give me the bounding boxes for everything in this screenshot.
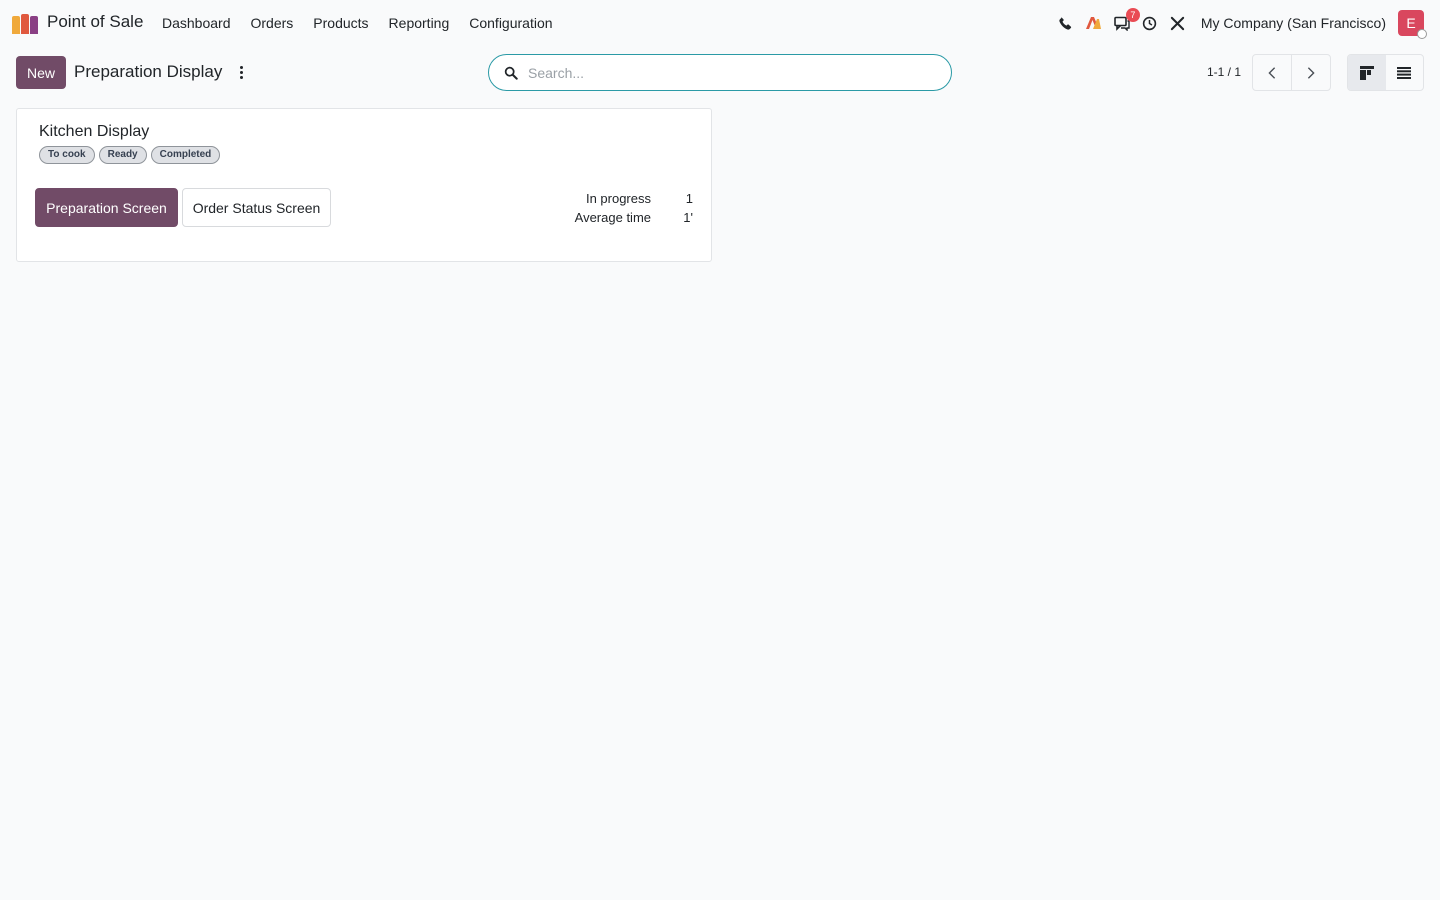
systray: 7 My Company (San Francisco) E xyxy=(1051,0,1440,46)
activity-icon[interactable] xyxy=(1081,10,1107,36)
stat-label-average-time: Average time xyxy=(574,210,651,225)
menu-item-products[interactable]: Products xyxy=(303,14,378,32)
chevron-right-icon xyxy=(1307,66,1315,79)
pager-previous-button[interactable] xyxy=(1253,55,1291,90)
avatar-initial: E xyxy=(1406,15,1416,31)
pager-next-button[interactable] xyxy=(1291,55,1330,90)
menu-item-dashboard[interactable]: Dashboard xyxy=(152,14,241,32)
clock-icon[interactable] xyxy=(1137,10,1163,36)
order-status-screen-button[interactable]: Order Status Screen xyxy=(182,188,331,227)
pos-app-icon[interactable] xyxy=(12,12,40,34)
phone-icon[interactable] xyxy=(1053,10,1079,36)
kanban-icon xyxy=(1359,65,1374,80)
search-icon xyxy=(504,65,520,81)
pager-value[interactable]: 1-1 / 1 xyxy=(1207,65,1241,79)
menu-item-orders[interactable]: Orders xyxy=(241,14,304,32)
menu-item-configuration[interactable]: Configuration xyxy=(459,14,562,32)
user-avatar[interactable]: E xyxy=(1398,10,1427,39)
search-input[interactable] xyxy=(528,64,928,81)
stat-value-average-time: 1' xyxy=(683,210,693,225)
main-navbar: Point of Sale Dashboard Orders Products … xyxy=(0,0,1440,46)
kanban-view-button[interactable] xyxy=(1348,55,1386,90)
card-stats: In progress 1 Average time 1' xyxy=(575,189,693,227)
view-switcher xyxy=(1347,54,1424,91)
pager xyxy=(1252,54,1331,91)
company-switcher[interactable]: My Company (San Francisco) xyxy=(1201,15,1386,31)
new-button[interactable]: New xyxy=(16,56,66,89)
presence-status-icon xyxy=(1417,29,1427,39)
stat-row: Average time 1' xyxy=(575,208,693,227)
app-title[interactable]: Point of Sale xyxy=(47,12,143,32)
stat-label-in-progress: In progress xyxy=(585,191,651,206)
menu-item-reporting[interactable]: Reporting xyxy=(379,14,460,32)
chevron-left-icon xyxy=(1268,66,1276,79)
card-title[interactable]: Kitchen Display xyxy=(39,123,149,141)
preparation-screen-button[interactable]: Preparation Screen xyxy=(35,188,178,227)
main-menu: Dashboard Orders Products Reporting Conf… xyxy=(152,14,563,32)
messages-icon[interactable]: 7 xyxy=(1109,8,1140,36)
tag-completed: Completed xyxy=(150,146,221,164)
debug-tools-icon[interactable] xyxy=(1165,10,1191,36)
stat-row: In progress 1 xyxy=(575,189,693,208)
kitchen-display-card[interactable]: Kitchen Display To cook Ready Completed … xyxy=(16,108,712,262)
page-title: Preparation Display xyxy=(74,62,223,81)
stage-tags: To cook Ready Completed xyxy=(39,146,221,164)
search-bar[interactable] xyxy=(488,54,952,91)
list-view-button[interactable] xyxy=(1386,55,1424,90)
actions-menu-icon[interactable] xyxy=(233,62,249,82)
list-icon xyxy=(1397,66,1412,79)
tag-ready: Ready xyxy=(98,146,147,164)
tag-to-cook: To cook xyxy=(39,146,95,164)
stat-value-in-progress: 1 xyxy=(685,191,693,206)
